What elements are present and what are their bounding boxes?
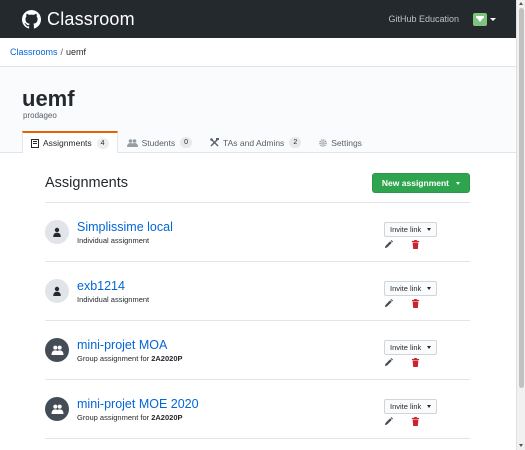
- assignment-type: Individual assignment: [77, 236, 150, 245]
- classroom-tabs: Assignments 4 Students 0 TAs and Admins …: [22, 131, 371, 153]
- assignment-title-link[interactable]: exb1214: [77, 279, 125, 293]
- invite-link-button[interactable]: Invite link: [384, 222, 437, 237]
- tab-students[interactable]: Students 0: [118, 131, 201, 153]
- people-icon: [126, 138, 138, 147]
- assignment-type: Individual assignment: [77, 295, 150, 304]
- brand-name: Classroom: [47, 8, 135, 29]
- app-header: Classroom GitHub Education: [0, 0, 516, 38]
- assignment-type: Group assignment for 2A2020P: [77, 354, 183, 363]
- group-set-name: 2A2020P: [151, 413, 183, 422]
- pencil-icon[interactable]: [384, 358, 393, 367]
- person-icon: [53, 227, 61, 237]
- assignments-header: Assignments New assignment: [45, 172, 470, 194]
- individual-assignment-icon: [45, 279, 69, 303]
- individual-assignment-icon: [45, 220, 69, 244]
- page-title: uemf: [22, 86, 75, 111]
- breadcrumb: Classrooms / uemf: [0, 38, 516, 67]
- trash-icon[interactable]: [411, 358, 420, 367]
- assignment-list: Simplissime local Individual assignment …: [45, 202, 470, 439]
- tab-counter: 0: [180, 137, 193, 148]
- pencil-icon[interactable]: [384, 417, 393, 426]
- breadcrumb-current: uemf: [66, 47, 87, 57]
- assignment-title-link[interactable]: Simplissime local: [77, 220, 173, 234]
- people-icon: [51, 345, 63, 355]
- assignment-row: exb1214 Individual assignment Invite lin…: [45, 262, 470, 321]
- tab-tas-and-admins[interactable]: TAs and Admins 2: [201, 131, 310, 153]
- person-icon: [53, 286, 61, 296]
- pencil-icon[interactable]: [384, 299, 393, 308]
- assignment-row: mini-projet MOA Group assignment for 2A2…: [45, 321, 470, 380]
- invite-link-button[interactable]: Invite link: [384, 340, 437, 355]
- github-logo-icon: [22, 9, 41, 29]
- breadcrumb-separator: /: [60, 47, 64, 57]
- assignment-row: mini-projet MOE 2020 Group assignment fo…: [45, 380, 470, 439]
- invite-link-label: Invite link: [390, 284, 422, 293]
- assignment-type: Group assignment for 2A2020P: [77, 413, 183, 422]
- assignment-title-link[interactable]: mini-projet MOA: [77, 338, 167, 352]
- assignment-icon: [31, 138, 39, 148]
- tab-assignments[interactable]: Assignments 4: [22, 131, 118, 153]
- assignments-section: Assignments New assignment Simplissime l…: [45, 172, 470, 439]
- github-education-link[interactable]: GitHub Education: [388, 14, 459, 24]
- chevron-down-icon: [427, 287, 432, 290]
- invite-link-button[interactable]: Invite link: [384, 281, 437, 296]
- group-assignment-icon: [45, 338, 69, 362]
- invite-link-label: Invite link: [390, 225, 422, 234]
- tab-counter: 2: [289, 137, 302, 148]
- trash-icon[interactable]: [411, 299, 420, 308]
- tab-label: Assignments: [43, 138, 92, 148]
- tab-label: Settings: [331, 137, 362, 148]
- chevron-down-icon: [427, 228, 432, 231]
- tab-counter: 4: [96, 137, 109, 149]
- tab-label: Students: [141, 137, 176, 148]
- chevron-down-icon: [427, 405, 432, 408]
- organization-name: prodageo: [23, 111, 57, 120]
- page-scrollbar[interactable]: [516, 0, 525, 450]
- pencil-icon[interactable]: [384, 240, 393, 249]
- invite-link-label: Invite link: [390, 343, 422, 352]
- people-icon: [51, 404, 63, 414]
- section-title: Assignments: [45, 175, 129, 191]
- assignment-title-link[interactable]: mini-projet MOE 2020: [77, 397, 199, 411]
- group-assignment-icon: [45, 397, 69, 421]
- chevron-down-icon: [456, 181, 460, 185]
- scrollbar-thumb[interactable]: [518, 8, 524, 388]
- gear-icon: [319, 138, 328, 147]
- trash-icon[interactable]: [411, 417, 420, 426]
- tab-label: TAs and Admins: [223, 137, 285, 148]
- user-menu-button[interactable]: [473, 12, 496, 26]
- invite-link-label: Invite link: [390, 402, 422, 411]
- scroll-up-arrow-icon[interactable]: [519, 2, 523, 5]
- trash-icon[interactable]: [411, 240, 420, 249]
- chevron-down-icon: [427, 346, 432, 349]
- new-assignment-label: New assignment: [381, 178, 449, 188]
- classroom-header: uemf prodageo Assignments 4 Students 0 T…: [0, 67, 516, 153]
- assignment-row: Simplissime local Individual assignment …: [45, 203, 470, 262]
- scroll-down-arrow-icon[interactable]: [519, 444, 523, 447]
- avatar-icon: [476, 15, 484, 22]
- new-assignment-button[interactable]: New assignment: [371, 173, 470, 193]
- avatar: [473, 12, 487, 26]
- invite-link-button[interactable]: Invite link: [384, 399, 437, 414]
- group-set-name: 2A2020P: [151, 354, 183, 363]
- chevron-down-icon: [490, 17, 496, 21]
- tab-settings[interactable]: Settings: [310, 131, 371, 153]
- breadcrumb-classrooms-link[interactable]: Classrooms: [10, 47, 58, 57]
- brand-link[interactable]: Classroom: [22, 9, 135, 30]
- tools-icon: [210, 138, 220, 147]
